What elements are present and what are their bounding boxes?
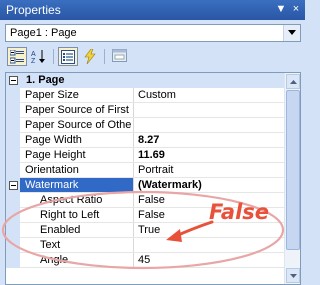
sort-alphabetical-icon: A Z xyxy=(31,50,45,64)
properties-list-icon xyxy=(61,50,75,64)
property-row[interactable]: Page Height 11.69 xyxy=(6,148,284,163)
property-pages-icon xyxy=(112,49,127,62)
collapse-icon[interactable] xyxy=(9,76,18,85)
property-name: Page Height xyxy=(20,148,134,162)
property-row[interactable]: Orientation Portrait xyxy=(6,163,284,178)
arrow-icon xyxy=(166,220,214,242)
scroll-up-button[interactable] xyxy=(286,74,300,89)
row-gutter xyxy=(6,163,20,178)
property-row[interactable]: Page Width 8.27 xyxy=(6,133,284,148)
annotation-label: False xyxy=(209,200,270,224)
object-selector-value: Page1 : Page xyxy=(10,27,77,39)
property-value[interactable]: 8.27 xyxy=(135,133,284,147)
chevron-down-icon xyxy=(288,30,296,35)
row-gutter xyxy=(6,88,20,103)
property-name: Paper Size xyxy=(20,88,134,102)
categorized-button[interactable] xyxy=(7,47,27,66)
property-pages-button[interactable] xyxy=(110,47,130,66)
alphabetical-button[interactable]: A Z xyxy=(29,47,49,66)
property-value[interactable]: Portrait xyxy=(135,163,284,177)
properties-panel: Properties ▼ × Page1 : Page A Z 1. Page … xyxy=(0,0,305,285)
property-row[interactable]: Paper Source of Othe xyxy=(6,118,284,133)
row-gutter xyxy=(6,103,20,118)
row-gutter xyxy=(6,133,20,148)
property-name: Page Width xyxy=(20,133,134,147)
events-button[interactable] xyxy=(81,47,101,66)
property-name: Paper Source of Othe xyxy=(20,118,134,132)
property-row[interactable]: Paper Source of First xyxy=(6,103,284,118)
row-gutter xyxy=(6,118,20,133)
row-gutter xyxy=(6,148,20,163)
category-row[interactable]: 1. Page xyxy=(6,73,284,88)
toolbar-separator xyxy=(53,49,54,64)
toolbar: A Z xyxy=(0,46,305,68)
object-selector[interactable]: Page1 : Page xyxy=(5,24,301,42)
pin-icon[interactable]: ▼ xyxy=(274,2,288,17)
svg-text:Z: Z xyxy=(31,58,36,64)
dropdown-button[interactable] xyxy=(283,25,300,41)
toolbar-separator xyxy=(104,49,105,64)
title-bar: Properties ▼ × xyxy=(0,0,305,20)
category-label: 1. Page xyxy=(26,74,65,86)
lightning-icon xyxy=(84,49,96,64)
close-icon[interactable]: × xyxy=(289,2,303,17)
properties-button[interactable] xyxy=(58,47,78,66)
chevron-up-icon xyxy=(290,80,297,84)
property-value[interactable] xyxy=(135,103,284,117)
window-title: Properties xyxy=(6,3,61,17)
property-value[interactable]: 11.69 xyxy=(135,148,284,162)
svg-text:A: A xyxy=(31,51,36,58)
property-name: Orientation xyxy=(20,163,134,177)
property-value[interactable]: Custom xyxy=(135,88,284,102)
property-value[interactable] xyxy=(135,118,284,132)
property-name: Paper Source of First xyxy=(20,103,134,117)
property-row[interactable]: Paper Size Custom xyxy=(6,88,284,103)
categorized-icon xyxy=(10,50,24,64)
